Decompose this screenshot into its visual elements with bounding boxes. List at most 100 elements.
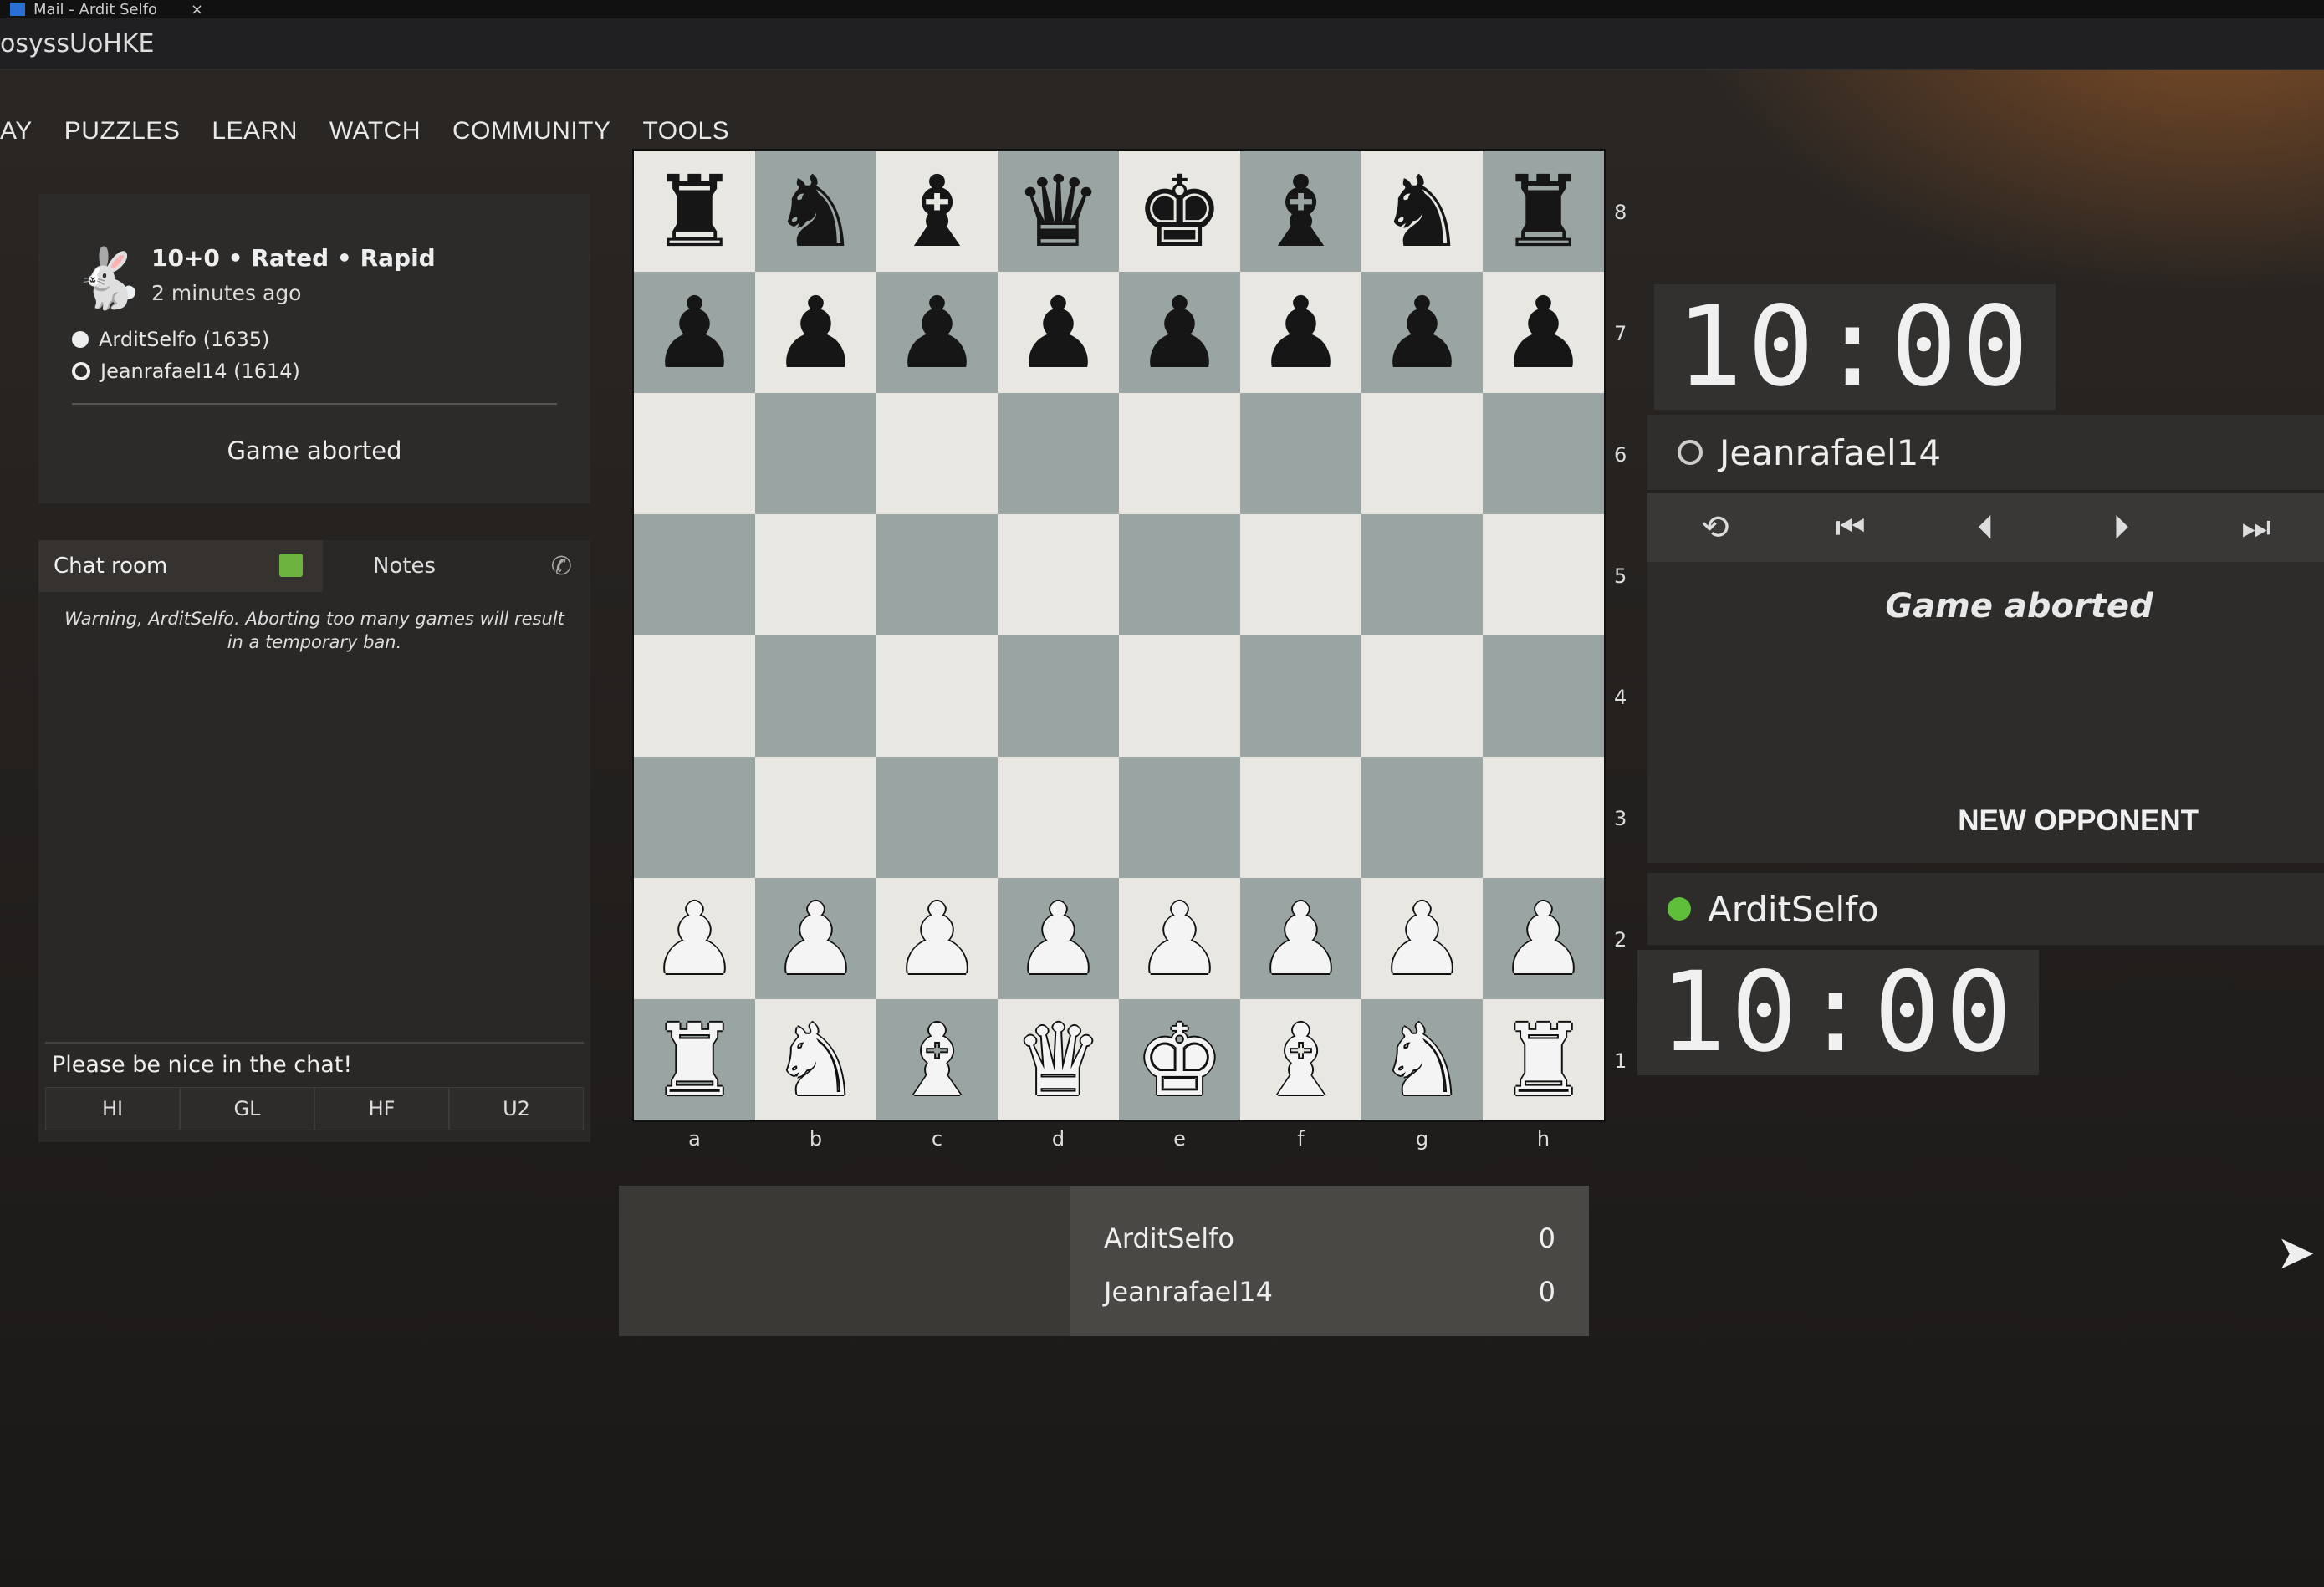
white-bishop-icon[interactable]: ♝ — [1257, 1011, 1346, 1110]
square-h2[interactable]: ♟ — [1483, 878, 1604, 999]
square-d6[interactable] — [998, 393, 1119, 514]
square-h7[interactable]: ♟ — [1483, 272, 1604, 393]
white-pawn-icon[interactable]: ♟ — [893, 890, 982, 988]
opponent-name[interactable]: Jeanrafael14 — [1719, 432, 1941, 473]
white-player[interactable]: ArditSelfo (1635) — [72, 328, 269, 351]
white-knight-icon[interactable]: ♞ — [772, 1011, 861, 1110]
square-h8[interactable]: ♜ — [1483, 151, 1604, 272]
white-knight-icon[interactable]: ♞ — [1378, 1011, 1467, 1110]
square-h3[interactable] — [1483, 757, 1604, 878]
square-a4[interactable] — [634, 635, 755, 757]
square-g6[interactable] — [1361, 393, 1483, 514]
square-a6[interactable] — [634, 393, 755, 514]
white-bishop-icon[interactable]: ♝ — [893, 1011, 982, 1110]
square-a5[interactable] — [634, 514, 755, 635]
square-a3[interactable] — [634, 757, 755, 878]
square-d7[interactable]: ♟ — [998, 272, 1119, 393]
square-d1[interactable]: ♛ — [998, 999, 1119, 1120]
black-pawn-icon[interactable]: ♟ — [772, 283, 861, 382]
square-d5[interactable] — [998, 514, 1119, 635]
black-knight-icon[interactable]: ♞ — [1378, 162, 1467, 261]
quick-reply-u2[interactable]: U2 — [449, 1087, 584, 1130]
score-player[interactable]: Jeanrafael14 — [1104, 1276, 1273, 1308]
square-f2[interactable]: ♟ — [1240, 878, 1361, 999]
chessboard[interactable]: ♜ ♞ ♝ ♛ ♚ ♝ ♞ ♜ ♟ ♟ ♟ ♟ ♟ ♟ ♟ ♟ ♟ ♟ ♟ ♟ ♟ ♟ ♟ ♟ ♜ ♞ ♝ ♛ ♚ ♝ ♞ ♜ — [634, 151, 1604, 1120]
nav-item-puzzles[interactable]: PUZZLES — [64, 117, 181, 145]
square-c3[interactable] — [876, 757, 998, 878]
quick-reply-gl[interactable]: GL — [180, 1087, 314, 1130]
square-h4[interactable] — [1483, 635, 1604, 757]
square-b4[interactable] — [755, 635, 876, 757]
square-g5[interactable] — [1361, 514, 1483, 635]
white-pawn-icon[interactable]: ♟ — [651, 890, 739, 988]
black-rook-icon[interactable]: ♜ — [651, 162, 739, 261]
square-c1[interactable]: ♝ — [876, 999, 998, 1120]
black-pawn-icon[interactable]: ♟ — [1499, 283, 1588, 382]
square-g4[interactable] — [1361, 635, 1483, 757]
square-e5[interactable] — [1119, 514, 1240, 635]
square-c5[interactable] — [876, 514, 998, 635]
square-b3[interactable] — [755, 757, 876, 878]
flip-board-icon[interactable]: ⟲ — [1647, 508, 1783, 547]
white-rook-icon[interactable]: ♜ — [1499, 1011, 1588, 1110]
square-f6[interactable] — [1240, 393, 1361, 514]
square-h6[interactable] — [1483, 393, 1604, 514]
square-e8[interactable]: ♚ — [1119, 151, 1240, 272]
square-b6[interactable] — [755, 393, 876, 514]
phone-icon[interactable]: ✆ — [551, 552, 572, 581]
black-pawn-icon[interactable]: ♟ — [1014, 283, 1103, 382]
square-e2[interactable]: ♟ — [1119, 878, 1240, 999]
nav-item-tools[interactable]: TOOLS — [643, 117, 730, 145]
square-g7[interactable]: ♟ — [1361, 272, 1483, 393]
square-e3[interactable] — [1119, 757, 1240, 878]
score-player[interactable]: ArditSelfo — [1104, 1222, 1234, 1254]
chat-toggle[interactable] — [279, 554, 303, 577]
black-queen-icon[interactable]: ♛ — [1014, 162, 1103, 261]
square-e1[interactable]: ♚ — [1119, 999, 1240, 1120]
black-pawn-icon[interactable]: ♟ — [1378, 283, 1467, 382]
square-f8[interactable]: ♝ — [1240, 151, 1361, 272]
browser-tab[interactable]: Mail - Ardit Selfo × — [0, 1, 203, 18]
black-king-icon[interactable]: ♚ — [1136, 162, 1224, 261]
white-pawn-icon[interactable]: ♟ — [1378, 890, 1467, 988]
last-move-icon[interactable]: ⏭ — [2189, 508, 2324, 547]
prev-move-icon[interactable]: ⏴ — [1918, 508, 2054, 547]
square-g2[interactable]: ♟ — [1361, 878, 1483, 999]
square-b7[interactable]: ♟ — [755, 272, 876, 393]
square-e4[interactable] — [1119, 635, 1240, 757]
quick-reply-hf[interactable]: HF — [314, 1087, 449, 1130]
nav-item-community[interactable]: COMMUNITY — [452, 117, 610, 145]
square-d4[interactable] — [998, 635, 1119, 757]
black-pawn-icon[interactable]: ♟ — [651, 283, 739, 382]
square-c4[interactable] — [876, 635, 998, 757]
square-a7[interactable]: ♟ — [634, 272, 755, 393]
square-g3[interactable] — [1361, 757, 1483, 878]
square-c7[interactable]: ♟ — [876, 272, 998, 393]
square-c2[interactable]: ♟ — [876, 878, 998, 999]
square-f1[interactable]: ♝ — [1240, 999, 1361, 1120]
black-bishop-icon[interactable]: ♝ — [1257, 162, 1346, 261]
square-g1[interactable]: ♞ — [1361, 999, 1483, 1120]
black-pawn-icon[interactable]: ♟ — [1257, 283, 1346, 382]
nav-item-play[interactable]: AY — [0, 117, 33, 145]
square-f7[interactable]: ♟ — [1240, 272, 1361, 393]
white-queen-icon[interactable]: ♛ — [1014, 1011, 1103, 1110]
square-b2[interactable]: ♟ — [755, 878, 876, 999]
nav-item-watch[interactable]: WATCH — [329, 117, 421, 145]
square-a8[interactable]: ♜ — [634, 151, 755, 272]
white-king-icon[interactable]: ♚ — [1136, 1011, 1224, 1110]
white-pawn-icon[interactable]: ♟ — [1499, 890, 1588, 988]
square-c8[interactable]: ♝ — [876, 151, 998, 272]
tab-close-icon[interactable]: × — [191, 1, 203, 18]
quick-reply-hi[interactable]: HI — [45, 1087, 180, 1130]
tab-notes[interactable]: Notes ✆ — [323, 540, 590, 592]
black-pawn-icon[interactable]: ♟ — [1136, 283, 1224, 382]
square-b8[interactable]: ♞ — [755, 151, 876, 272]
new-opponent-button[interactable]: NEW OPPONENT — [1958, 804, 2199, 838]
nav-item-learn[interactable]: LEARN — [212, 117, 298, 145]
chat-input[interactable]: Please be nice in the chat! — [45, 1042, 584, 1085]
black-bishop-icon[interactable]: ♝ — [893, 162, 982, 261]
square-c6[interactable] — [876, 393, 998, 514]
square-d2[interactable]: ♟ — [998, 878, 1119, 999]
square-d3[interactable] — [998, 757, 1119, 878]
